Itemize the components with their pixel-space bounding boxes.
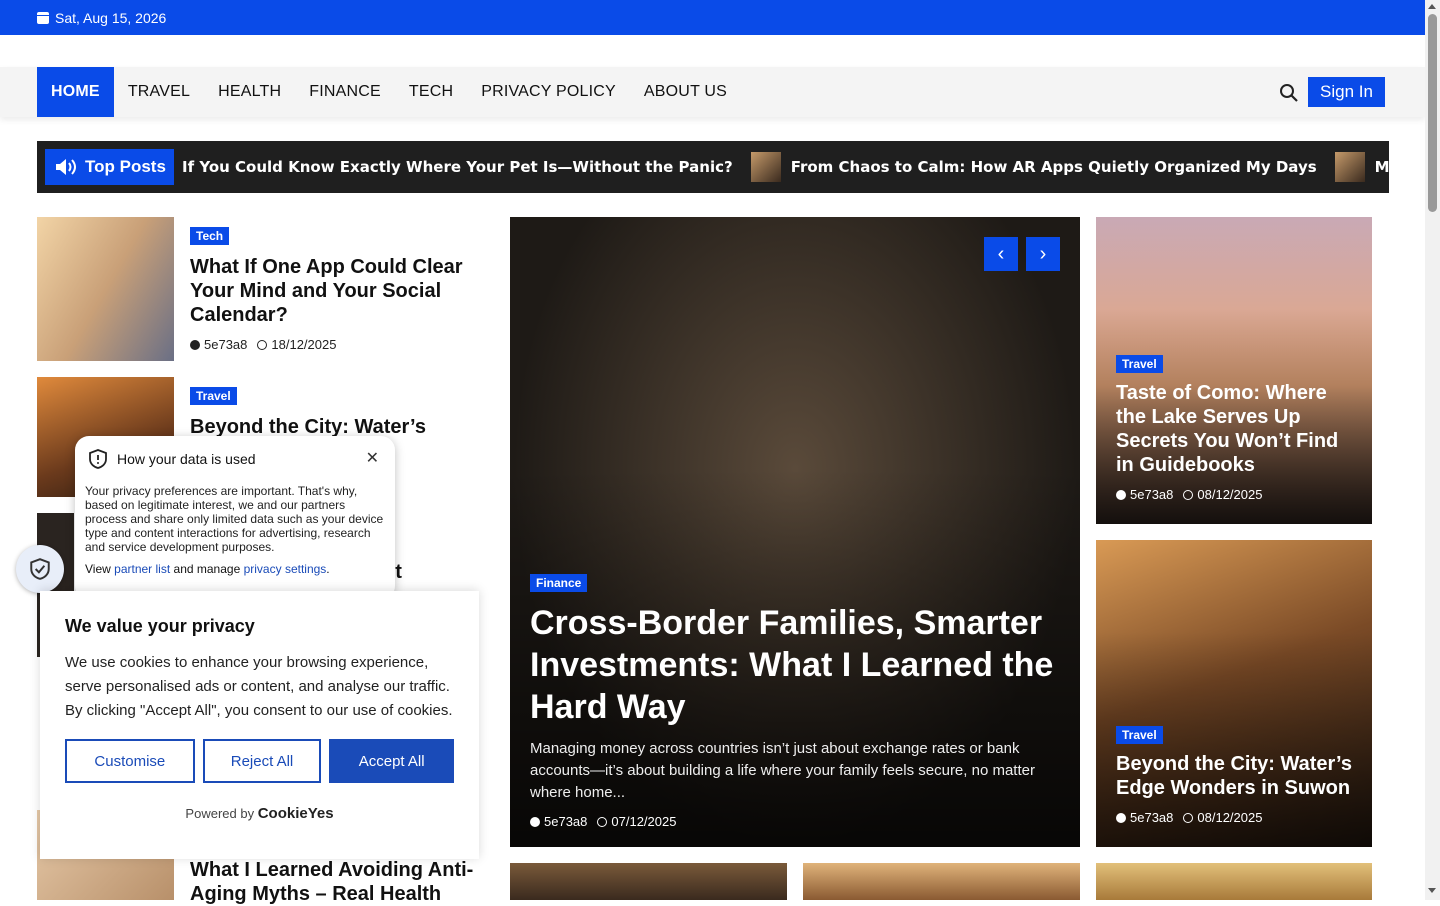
speaker-icon [56,159,76,175]
ticker-item[interactable]: More than [1375,158,1389,176]
top-posts-label: Top Posts [45,149,174,185]
popup-title: How your data is used [117,451,256,467]
post-date: 08/12/2025 [1197,487,1263,502]
top-bar: Sat, Aug 15, 2026 [0,0,1425,35]
nav-about-us[interactable]: ABOUT US [630,67,741,117]
ticker-thumbnail [1334,152,1365,182]
cookieyes-logo[interactable]: CookieYes [258,805,334,822]
user-icon [1116,490,1126,500]
user-icon [190,340,200,350]
user-icon [1116,813,1126,823]
post-author[interactable]: 5e73a8 [1130,487,1173,502]
category-badge[interactable]: Finance [530,574,588,592]
nav-travel[interactable]: TRAVEL [114,67,204,117]
featured-card[interactable]: Travel Beyond the City: Water’s Edge Won… [1096,540,1372,847]
clock-icon [257,340,268,350]
scrollbar-thumb[interactable] [1428,14,1437,212]
post-thumbnail[interactable] [37,217,174,361]
main-navigation: HOME TRAVEL HEALTH FINANCE TECH PRIVACY … [0,67,1425,117]
hero-excerpt: Managing money across countries isn’t ju… [530,740,1035,801]
powered-by: Powered by CookieYes [185,805,334,822]
chevron-left-icon: ‹ [997,242,1005,265]
clock-icon [597,817,608,827]
chevron-right-icon: › [1039,242,1047,265]
slider-next-button[interactable]: › [1026,237,1060,271]
clock-icon [1183,813,1194,823]
post-title[interactable]: What If One App Could Clear Your Mind an… [190,255,480,327]
post-author[interactable]: 5e73a8 [544,814,587,829]
data-usage-popup: How your data is used ✕ Your privacy pre… [75,436,395,600]
nav-finance[interactable]: FINANCE [295,67,395,117]
search-icon[interactable] [1279,83,1299,103]
nav-privacy-policy[interactable]: PRIVACY POLICY [467,67,630,117]
post-date: 07/12/2025 [611,814,677,829]
post-thumbnail[interactable] [803,863,1080,900]
category-badge[interactable]: Travel [1116,355,1163,373]
hero-title[interactable]: Cross-Border Families, Smarter Investmen… [530,602,1060,728]
privacy-shield-button[interactable] [16,545,64,593]
customise-button[interactable]: Customise [65,739,195,783]
top-posts-ticker: Top Posts If You Could Know Exactly Wher… [37,141,1389,193]
cookie-consent-banner: We value your privacy We use cookies to … [40,591,479,859]
post-author[interactable]: 5e73a8 [204,337,247,352]
category-badge[interactable]: Travel [190,387,237,405]
post-author[interactable]: 5e73a8 [1130,810,1173,825]
slider-prev-button[interactable]: ‹ [984,237,1018,271]
current-date: Sat, Aug 15, 2026 [55,9,167,26]
accept-all-button[interactable]: Accept All [329,739,455,783]
nav-tech[interactable]: TECH [395,67,467,117]
post-date: 18/12/2025 [271,337,337,352]
ticker-item[interactable]: From Chaos to Calm: How AR Apps Quietly … [791,158,1317,176]
partner-list-link[interactable]: partner list [114,562,170,576]
ticker-item[interactable]: If You Could Know Exactly Where Your Pet… [182,158,733,176]
close-icon[interactable]: ✕ [366,448,379,468]
shield-check-icon [30,558,50,580]
featured-card[interactable]: Travel Taste of Como: Where the Lake Ser… [1096,217,1372,524]
category-badge[interactable]: Tech [190,227,230,245]
ticker-thumbnail [750,152,781,182]
user-icon [530,817,540,827]
post-date: 08/12/2025 [1197,810,1263,825]
sign-in-button[interactable]: Sign In [1308,77,1385,107]
post-thumbnail[interactable] [1096,863,1372,900]
reject-all-button[interactable]: Reject All [202,739,322,783]
page-scrollbar[interactable] [1425,0,1440,900]
shield-icon [89,449,107,469]
post-thumbnail[interactable] [510,863,787,900]
privacy-settings-link[interactable]: privacy settings [244,562,327,576]
cookie-text: We use cookies to enhance your browsing … [65,654,453,719]
post-title[interactable]: Taste of Como: Where the Lake Serves Up … [1116,381,1356,477]
category-badge[interactable]: Travel [1116,726,1163,744]
featured-slider[interactable]: ‹ › Finance Cross-Border Families, Smart… [510,217,1080,847]
nav-home[interactable]: HOME [37,67,114,117]
cookie-title: We value your privacy [65,616,255,636]
clock-icon [1183,490,1194,500]
popup-text: Your privacy preferences are important. … [85,484,384,554]
post-title[interactable]: Beyond the City: Water’s Edge Wonders in… [1116,752,1356,800]
calendar-icon [37,11,49,24]
post-title[interactable]: What I Learned Avoiding Anti-Aging Myths… [190,858,480,906]
nav-health[interactable]: HEALTH [204,67,295,117]
